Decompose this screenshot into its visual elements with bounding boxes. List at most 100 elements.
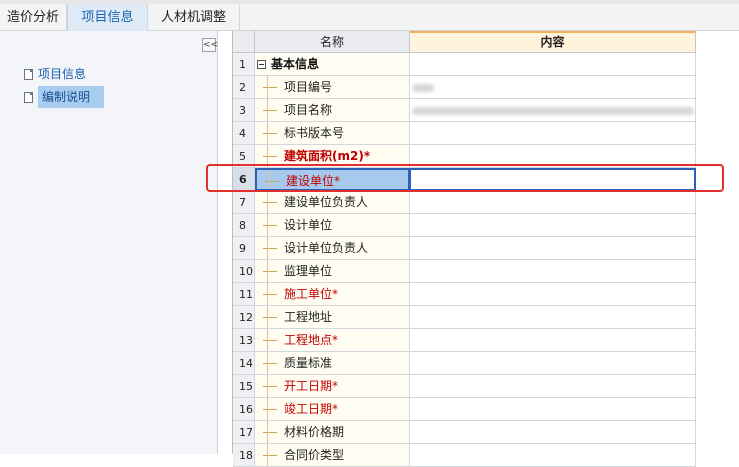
table-row[interactable]: 8 设计单位 [233,214,696,237]
row-number: 1 [233,53,255,76]
tree-connector [267,283,268,305]
nav-item-compilation-notes[interactable]: 编制说明 [24,86,105,108]
content-cell[interactable] [410,76,696,99]
row-number: 8 [233,214,255,237]
content-cell[interactable] [410,53,696,76]
nav-item-label: 项目信息 [38,67,87,81]
name-cell[interactable]: 建设单位* [255,168,410,191]
content-cell[interactable] [410,375,696,398]
table-row[interactable]: 12 工程地址 [233,306,696,329]
tree-branch [263,386,277,387]
name-cell[interactable]: 设计单位 [255,214,410,237]
top-tab-bar: 造价分析 项目信息 人材机调整 [0,0,739,31]
field-name: 标书版本号 [284,126,345,140]
tree-connector [267,444,268,466]
name-cell[interactable]: 合同价类型 [255,444,410,467]
table-row[interactable]: 5 建筑面积(m2)* [233,145,696,168]
table-row[interactable]: 18 合同价类型 [233,444,696,467]
field-name: 质量标准 [284,356,333,370]
field-name: 建设单位* [286,174,341,188]
tree-connector [267,237,268,259]
table-row[interactable]: 7 建设单位负责人 [233,191,696,214]
tree-connector [267,260,268,282]
table-row[interactable]: 4 标书版本号 [233,122,696,145]
table-row[interactable]: 2 项目编号 [233,76,696,99]
table-row[interactable]: 11 施工单位* [233,283,696,306]
tree-branch [263,133,277,134]
redacted-value [412,107,694,115]
content-cell[interactable] [410,283,696,306]
table-row[interactable]: 9 设计单位负责人 [233,237,696,260]
name-cell[interactable]: 工程地址 [255,306,410,329]
row-number: 4 [233,122,255,145]
content-cell[interactable] [410,145,696,168]
field-name: 设计单位负责人 [284,241,369,255]
field-name: 开工日期* [284,379,339,393]
table-row[interactable]: 14 质量标准 [233,352,696,375]
name-cell[interactable]: 建设单位负责人 [255,191,410,214]
name-cell[interactable]: 开工日期* [255,375,410,398]
table-row[interactable]: 1 基本信息 [233,53,696,76]
table-row[interactable]: 3 项目名称 [233,99,696,122]
tree-branch [263,409,277,410]
content-cell[interactable] [410,191,696,214]
table-row[interactable]: 15 开工日期* [233,375,696,398]
tree-connector [269,170,270,189]
table-row[interactable]: 10 监理单位 [233,260,696,283]
tree-connector [267,214,268,236]
row-number: 9 [233,237,255,260]
name-cell[interactable]: 设计单位负责人 [255,237,410,260]
content-cell[interactable] [410,352,696,375]
field-name: 设计单位 [284,218,333,232]
content-cell[interactable] [410,237,696,260]
tree-connector [267,99,268,121]
tab-cost-analysis[interactable]: 造价分析 [0,4,67,31]
table-row[interactable]: 13 工程地点* [233,329,696,352]
tree-branch [263,317,277,318]
name-cell[interactable]: 工程地点* [255,329,410,352]
content-cell[interactable] [410,168,696,191]
name-column-header[interactable]: 名称 [255,31,410,53]
tree-branch [263,363,277,364]
tree-connector [267,306,268,328]
content-cell[interactable] [410,444,696,467]
tree-connector [267,352,268,374]
nav-item-project-info[interactable]: 项目信息 [24,63,86,85]
tab-labor-material-machine-adjust[interactable]: 人材机调整 [148,4,240,31]
name-cell[interactable]: 基本信息 [255,53,410,76]
name-cell[interactable]: 竣工日期* [255,398,410,421]
content-column-header[interactable]: 内容 [410,31,696,53]
row-number: 2 [233,76,255,99]
name-cell[interactable]: 质量标准 [255,352,410,375]
name-cell[interactable]: 项目名称 [255,99,410,122]
name-cell[interactable]: 施工单位* [255,283,410,306]
name-cell[interactable]: 材料价格期 [255,421,410,444]
tree-branch [263,432,277,433]
content-cell[interactable] [410,306,696,329]
name-cell[interactable]: 监理单位 [255,260,410,283]
field-name: 合同价类型 [284,448,345,462]
project-info-grid: 名称 内容 1 基本信息 2 项目编号 3 项目名称 4 标书版本号 5 建筑面积(m2)* 6 建设… [232,31,696,467]
name-cell[interactable]: 项目编号 [255,76,410,99]
tree-connector [267,145,268,167]
content-cell[interactable] [410,99,696,122]
row-number: 10 [233,260,255,283]
document-icon [24,92,33,103]
table-row[interactable]: 16 竣工日期* [233,398,696,421]
tree-connector [267,329,268,351]
tab-project-info[interactable]: 项目信息 [67,4,148,31]
content-cell[interactable] [410,214,696,237]
tree-branch [263,271,277,272]
content-cell[interactable] [410,329,696,352]
content-cell[interactable] [410,260,696,283]
content-cell[interactable] [410,122,696,145]
table-row[interactable]: 17 材料价格期 [233,421,696,444]
table-row[interactable]: 6 建设单位* [233,168,696,191]
name-cell[interactable]: 建筑面积(m2)* [255,145,410,168]
collapse-group-icon[interactable] [257,60,266,69]
content-cell[interactable] [410,398,696,421]
row-number: 18 [233,444,255,467]
content-cell[interactable] [410,421,696,444]
name-cell[interactable]: 标书版本号 [255,122,410,145]
collapse-panel-button[interactable]: << [202,38,218,52]
